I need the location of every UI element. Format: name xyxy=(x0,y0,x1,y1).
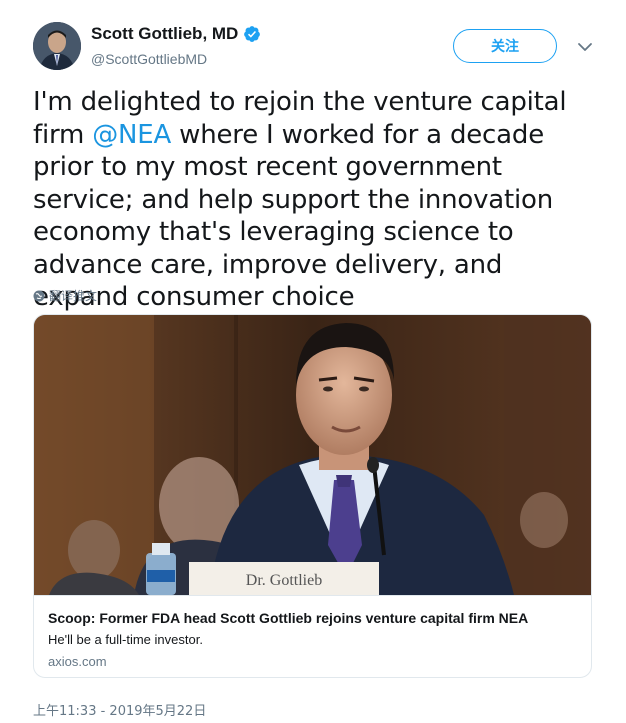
chevron-down-icon[interactable] xyxy=(576,38,594,56)
translate-label[interactable]: 翻译推文 xyxy=(49,287,97,304)
verified-badge-icon xyxy=(244,26,261,42)
author-name-row[interactable]: Scott Gottlieb, MD xyxy=(91,24,261,44)
tweet-text: I'm delighted to rejoin the venture capi… xyxy=(33,86,603,314)
author-name[interactable]: Scott Gottlieb, MD xyxy=(91,24,238,44)
globe-icon xyxy=(33,290,45,301)
card-title[interactable]: Scoop: Former FDA head Scott Gottlieb re… xyxy=(48,610,528,626)
card-domain: axios.com xyxy=(48,654,107,669)
tweet: Scott Gottlieb, MD @ScottGottliebMD 关注 I… xyxy=(0,0,626,723)
link-card[interactable]: Dr. Gottlieb Scoop: Former FDA head Scot… xyxy=(33,314,592,678)
card-body[interactable]: Scoop: Former FDA head Scott Gottlieb re… xyxy=(34,595,591,677)
author-handle[interactable]: @ScottGottliebMD xyxy=(91,51,207,67)
mention-link[interactable]: @NEA xyxy=(92,120,171,150)
follow-button[interactable]: 关注 xyxy=(453,29,557,63)
timestamp[interactable]: 上午11:33 - 2019年5月22日 xyxy=(33,700,206,719)
card-description: He'll be a full-time investor. xyxy=(48,632,203,647)
translate-tweet-link[interactable]: 翻译推文 xyxy=(33,287,97,304)
card-image[interactable]: Dr. Gottlieb xyxy=(34,315,591,595)
avatar[interactable] xyxy=(33,22,81,70)
svg-text:Dr. Gottlieb: Dr. Gottlieb xyxy=(246,572,322,589)
